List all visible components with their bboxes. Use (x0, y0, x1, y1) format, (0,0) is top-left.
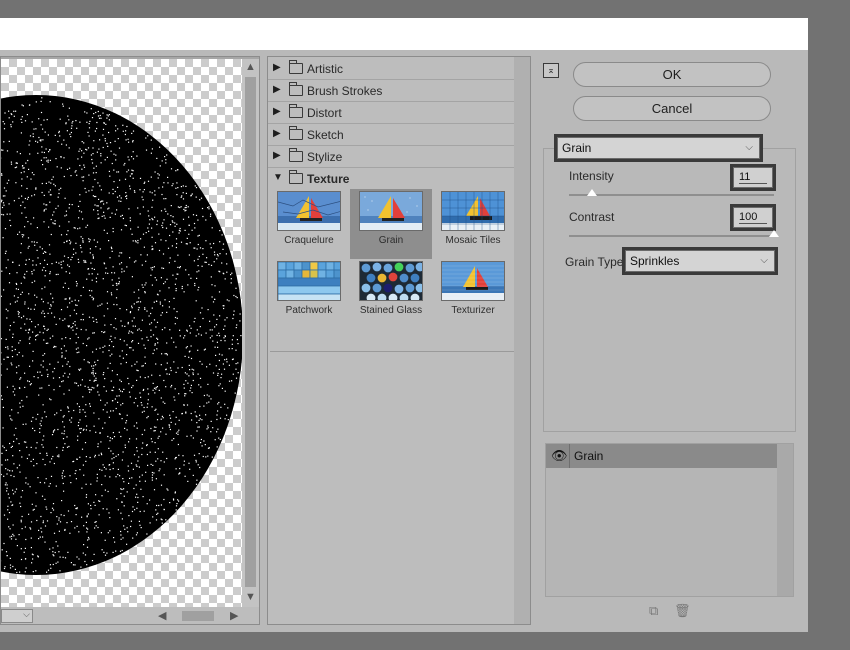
vertical-scroll-thumb[interactable] (245, 77, 256, 587)
filter-select-value: Grain (562, 141, 592, 155)
category-label: Sketch (307, 128, 344, 142)
filter-thumb-mosaic-tiles[interactable]: Mosaic Tiles (432, 189, 514, 259)
contrast-slider-track[interactable] (569, 235, 774, 237)
grain-type-select[interactable]: Sprinkles ⌵ (622, 247, 778, 275)
filter-thumb-patchwork[interactable]: Patchwork (268, 259, 350, 329)
scroll-up-icon[interactable]: ▲ (245, 61, 256, 73)
craquelure-preview-image (277, 191, 341, 231)
filter-gallery-dialog: ▲ ▼ ⌵ ◀ ▶ ▶ Artistic ▶ Brush Strokes ▶ D… (0, 18, 808, 632)
collapse-up-icon[interactable]: ⌅ (543, 63, 559, 78)
filter-thumb-stained-glass[interactable]: Stained Glass (350, 259, 432, 329)
folder-icon (289, 104, 303, 118)
zoom-dropdown[interactable]: ⌵ (1, 609, 33, 623)
expand-triangle-icon: ▶ (273, 84, 281, 95)
category-label: Texture (307, 172, 350, 186)
category-label: Stylize (307, 150, 343, 164)
title-bar (0, 18, 808, 50)
filter-settings-panel (543, 148, 796, 432)
scroll-left-icon[interactable]: ◀ (158, 610, 166, 622)
filter-thumb-texturizer[interactable]: Texturizer (432, 259, 514, 329)
stained-glass-preview-image (359, 261, 423, 301)
expand-triangle-icon: ▶ (273, 62, 281, 73)
category-brush-strokes[interactable]: ▶ Brush Strokes (268, 80, 514, 102)
category-label: Brush Strokes (307, 84, 383, 98)
category-stylize[interactable]: ▶ Stylize (268, 146, 514, 168)
category-distort[interactable]: ▶ Distort (268, 102, 514, 124)
chevron-down-icon: ⌵ (745, 142, 753, 153)
preview-horizontal-bar: ⌵ ◀ ▶ (1, 607, 259, 624)
horizontal-scroll-thumb[interactable] (182, 611, 214, 621)
contrast-field[interactable]: 100 (730, 204, 776, 231)
preview-pane: ▲ ▼ ⌵ ◀ ▶ (0, 56, 260, 625)
thumb-label: Mosaic Tiles (445, 235, 501, 246)
eye-icon[interactable]: 👁 (551, 448, 568, 464)
texturizer-preview-image (441, 261, 505, 301)
preview-canvas[interactable] (1, 59, 242, 607)
intensity-slider-track[interactable] (569, 194, 774, 196)
scroll-down-icon[interactable]: ▼ (245, 591, 256, 603)
chevron-down-icon: ⌵ (23, 609, 30, 619)
layers-scrollbar[interactable] (777, 444, 793, 596)
folder-icon (289, 82, 303, 96)
scroll-right-icon[interactable]: ▶ (230, 610, 238, 622)
gallery-scrollbar[interactable] (514, 57, 530, 624)
folder-icon (289, 126, 303, 140)
grain-type-value: Sprinkles (630, 254, 680, 268)
intensity-field[interactable]: 11 (730, 164, 776, 191)
expand-triangle-icon: ▶ (273, 128, 281, 139)
category-artistic[interactable]: ▶ Artistic (268, 58, 514, 80)
intensity-label: Intensity (569, 169, 614, 183)
ok-button[interactable]: OK (573, 62, 771, 87)
intensity-slider-thumb[interactable] (586, 189, 597, 196)
chevron-down-icon: ⌵ (760, 255, 768, 266)
folder-icon (289, 148, 303, 162)
folder-icon (289, 170, 303, 184)
layer-divider (569, 444, 570, 468)
effect-layers-panel: 👁 Grain (545, 443, 794, 597)
patchwork-preview-image (277, 261, 341, 301)
cancel-button[interactable]: Cancel (573, 96, 771, 121)
contrast-label: Contrast (569, 210, 615, 224)
thumb-label: Texturizer (451, 305, 495, 316)
filter-thumb-grain[interactable]: Grain (350, 189, 432, 259)
mosaic-tiles-preview-image (441, 191, 505, 231)
folder-icon (289, 60, 303, 74)
thumb-label: Grain (378, 235, 404, 246)
category-sketch[interactable]: ▶ Sketch (268, 124, 514, 146)
thumb-label: Craquelure (284, 235, 334, 246)
expand-triangle-icon: ▶ (273, 150, 281, 161)
filter-thumb-craquelure[interactable]: Craquelure (268, 189, 350, 259)
thumb-label: Patchwork (285, 305, 333, 316)
noise-preview-image (1, 95, 242, 575)
collapse-triangle-icon: ▼ (273, 172, 283, 183)
new-effect-layer-icon[interactable]: ⧉ (649, 603, 658, 619)
category-texture[interactable]: ▼ Texture (268, 168, 514, 190)
grain-type-label: Grain Type: (565, 255, 627, 269)
effect-layer-name: Grain (574, 449, 604, 463)
expand-triangle-icon: ▶ (273, 106, 281, 117)
effect-layer-row[interactable]: 👁 Grain (546, 444, 777, 468)
trash-icon[interactable]: 🗑 (674, 603, 691, 619)
contrast-slider-thumb[interactable] (769, 230, 779, 237)
gallery-divider (270, 351, 514, 352)
preview-vertical-scrollbar[interactable]: ▲ ▼ (242, 59, 259, 607)
category-label: Distort (307, 106, 342, 120)
filter-select[interactable]: Grain ⌵ (554, 134, 763, 162)
grain-preview-image (359, 191, 423, 231)
filter-gallery-list: ▶ Artistic ▶ Brush Strokes ▶ Distort ▶ S… (267, 56, 531, 625)
category-label: Artistic (307, 62, 343, 76)
thumb-label: Stained Glass (359, 305, 423, 316)
